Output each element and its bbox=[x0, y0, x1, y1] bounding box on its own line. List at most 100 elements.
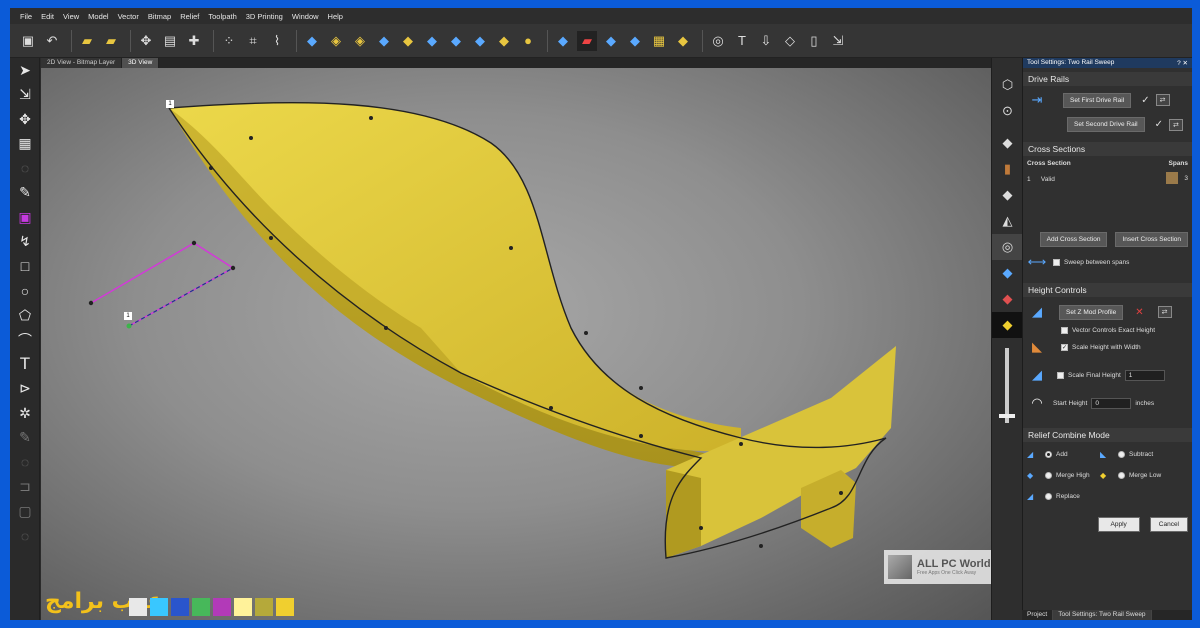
node-edit-icon[interactable]: ⁘ bbox=[219, 31, 239, 51]
spin-icon[interactable]: ◆ bbox=[398, 31, 418, 51]
3d-cube-icon[interactable]: ⬡ bbox=[992, 72, 1023, 98]
layer-icon[interactable]: ◇ bbox=[780, 31, 800, 51]
smudge-icon[interactable]: ◌ bbox=[10, 450, 40, 475]
menu-file[interactable]: File bbox=[20, 12, 32, 21]
insert-cross-section-button[interactable]: Insert Cross Section bbox=[1115, 232, 1188, 247]
eraser-icon[interactable]: ▰ bbox=[577, 30, 597, 51]
lasso-icon[interactable]: ◌ bbox=[10, 156, 40, 181]
drop-icon[interactable]: ● bbox=[518, 31, 538, 51]
mirror-icon[interactable]: ◆ bbox=[625, 31, 645, 51]
circle-icon[interactable]: ○ bbox=[10, 279, 40, 304]
color-select-icon[interactable]: ▣ bbox=[10, 205, 40, 230]
yellow-layer-icon[interactable]: ◆ bbox=[992, 312, 1023, 338]
dotted-circle-icon[interactable]: ◌ bbox=[10, 524, 40, 549]
paint-icon[interactable]: ✎ bbox=[10, 426, 40, 451]
height-slider-handle[interactable] bbox=[999, 414, 1015, 418]
subtract-radio[interactable] bbox=[1118, 451, 1125, 458]
fill-icon[interactable]: ✲ bbox=[10, 401, 40, 426]
polygon-icon[interactable]: ⬠ bbox=[10, 303, 40, 328]
square-tool-icon[interactable]: ▢ bbox=[10, 499, 40, 524]
swatch-white[interactable] bbox=[129, 598, 147, 616]
swatch-light-yellow[interactable] bbox=[234, 598, 252, 616]
extrude-icon[interactable]: ◈ bbox=[326, 31, 346, 51]
align-icon[interactable]: ✚ bbox=[184, 31, 204, 51]
transform-icon[interactable]: ⌗ bbox=[243, 31, 263, 51]
fit-icon[interactable]: ⇲ bbox=[828, 31, 848, 51]
add-cross-section-button[interactable]: Add Cross Section bbox=[1039, 232, 1108, 247]
add-radio[interactable] bbox=[1045, 451, 1052, 458]
set-z-mod-profile-button[interactable]: Set Z Mod Profile bbox=[1059, 304, 1124, 320]
menu-relief[interactable]: Relief bbox=[180, 12, 199, 21]
tile-icon[interactable]: ▦ bbox=[649, 31, 669, 51]
polyline-icon[interactable]: ↯ bbox=[10, 230, 40, 255]
menu-view[interactable]: View bbox=[63, 12, 79, 21]
two-rail-icon[interactable]: ◆ bbox=[374, 31, 394, 51]
save-icon[interactable]: ▣ bbox=[18, 31, 38, 51]
swap-icon[interactable]: ⇄ bbox=[1168, 118, 1183, 131]
brush-icon[interactable]: ✎ bbox=[10, 181, 40, 206]
export-icon[interactable]: ⇩ bbox=[756, 31, 776, 51]
swap-icon[interactable]: ⇄ bbox=[1157, 306, 1172, 318]
set-second-drive-rail-button[interactable]: Set Second Drive Rail bbox=[1067, 117, 1145, 132]
3d-viewport[interactable]: 2D View - Bitmap Layer 3D View 1 1 ALL P… bbox=[41, 58, 991, 620]
merge-low-radio[interactable] bbox=[1118, 472, 1125, 479]
text-tool-icon[interactable]: T bbox=[10, 352, 40, 377]
swatch-green[interactable] bbox=[192, 598, 210, 616]
menu-help[interactable]: Help bbox=[328, 12, 343, 21]
flip-icon[interactable]: ◆ bbox=[601, 31, 621, 51]
swap-icon[interactable]: ⇄ bbox=[1155, 94, 1170, 106]
sculpt-icon[interactable]: ◆ bbox=[446, 31, 466, 51]
relief-shape-icon[interactable]: ◆ bbox=[302, 31, 322, 51]
import-folder-icon[interactable]: ▰ bbox=[101, 31, 121, 51]
crop-icon[interactable]: ⊐ bbox=[10, 475, 40, 500]
slice-icon[interactable]: ▯ bbox=[804, 31, 824, 51]
menu-model[interactable]: Model bbox=[88, 12, 108, 21]
cancel-button[interactable]: Cancel bbox=[1149, 517, 1188, 532]
set-first-drive-rail-button[interactable]: Set First Drive Rail bbox=[1063, 92, 1132, 108]
text-icon[interactable]: T bbox=[732, 31, 752, 51]
scale-icon[interactable]: ▤ bbox=[160, 31, 180, 51]
undo-icon[interactable]: ↶ bbox=[42, 31, 62, 51]
tab-tool-settings[interactable]: Tool Settings: Two Rail Sweep bbox=[1053, 610, 1152, 620]
layer-white-icon[interactable]: ◆ bbox=[992, 130, 1023, 156]
arc-icon[interactable]: ⌒ bbox=[10, 328, 40, 353]
texture-icon[interactable]: ◆ bbox=[470, 31, 490, 51]
menu-toolpath[interactable]: Toolpath bbox=[208, 12, 236, 21]
layer-grey-icon[interactable]: ◆ bbox=[992, 182, 1023, 208]
sweep-between-spans-checkbox[interactable] bbox=[1053, 258, 1060, 266]
apply-button[interactable]: Apply bbox=[1097, 517, 1140, 532]
move-icon[interactable]: ✥ bbox=[136, 31, 156, 51]
node-select-icon[interactable]: ⇲ bbox=[10, 83, 40, 108]
open-folder-icon[interactable]: ▰ bbox=[77, 31, 97, 51]
clear-icon[interactable]: ✕ bbox=[1135, 307, 1143, 318]
turn-icon[interactable]: ◆ bbox=[422, 31, 442, 51]
zoom-fit-icon[interactable]: ⊙ bbox=[992, 98, 1023, 124]
measure-icon[interactable]: ◎ bbox=[708, 31, 728, 51]
menu-3d-printing[interactable]: 3D Printing bbox=[246, 12, 283, 21]
material-icon[interactable]: ▮ bbox=[992, 156, 1023, 182]
bake-icon[interactable]: ◆ bbox=[673, 31, 693, 51]
height-slider[interactable] bbox=[1005, 348, 1009, 423]
shade-icon[interactable]: ◭ bbox=[992, 208, 1023, 234]
swatch-olive[interactable] bbox=[255, 598, 273, 616]
menu-edit[interactable]: Edit bbox=[41, 12, 54, 21]
circle-tool-icon[interactable]: ◎ bbox=[992, 234, 1023, 260]
menu-window[interactable]: Window bbox=[292, 12, 319, 21]
select-arrow-icon[interactable]: ➤ bbox=[10, 58, 40, 83]
scale-height-width-checkbox[interactable]: ✓ bbox=[1061, 343, 1068, 351]
menu-vector[interactable]: Vector bbox=[118, 12, 139, 21]
grid-icon[interactable]: ▦ bbox=[10, 132, 40, 157]
scale-final-height-input[interactable]: 1 bbox=[1124, 369, 1165, 381]
cross-section-row[interactable]: 1 Valid 3 bbox=[1023, 172, 1192, 184]
swatch-cyan[interactable] bbox=[150, 598, 168, 616]
start-height-input[interactable]: 0 bbox=[1091, 397, 1132, 409]
replace-radio[interactable] bbox=[1045, 493, 1052, 500]
transform-tool-icon[interactable]: ✥ bbox=[10, 107, 40, 132]
dimension-icon[interactable]: ⊳ bbox=[10, 377, 40, 402]
menu-bitmap[interactable]: Bitmap bbox=[148, 12, 171, 21]
blue-layer-icon[interactable]: ◆ bbox=[992, 260, 1023, 286]
vector-exact-height-checkbox[interactable] bbox=[1061, 327, 1068, 334]
sweep-icon[interactable]: ◈ bbox=[350, 31, 370, 51]
component-icon[interactable]: ◆ bbox=[553, 31, 573, 51]
swatch-blue[interactable] bbox=[171, 598, 189, 616]
